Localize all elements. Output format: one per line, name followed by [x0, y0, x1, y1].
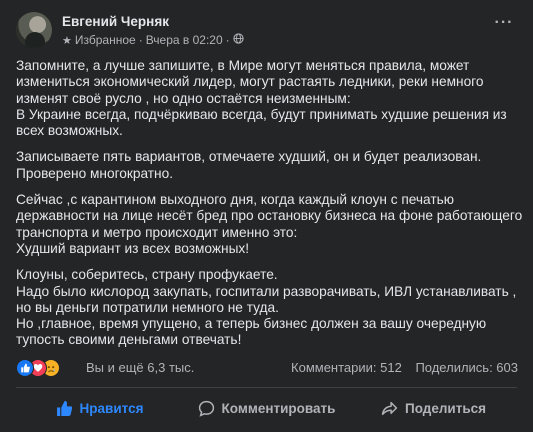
post-text-line: измениться экономический лидер, могут ра… — [16, 74, 484, 90]
reactions-bar: Вы и ещё 6,3 тыс. Комментарии: 512 Подел… — [16, 358, 518, 378]
like-label: Нравится — [79, 400, 144, 416]
reaction-icons[interactable] — [16, 359, 70, 377]
reactions-summary[interactable]: Вы и ещё 6,3 тыс. — [86, 360, 194, 375]
comments-count[interactable]: Комментарии: 512 — [291, 360, 402, 375]
post-time[interactable]: Вчера в 02:20 — [146, 33, 223, 47]
post-paragraph: Запомните, а лучше запишите, в Мире могу… — [16, 58, 516, 139]
post-text-line: Клоуны, соберитесь, страну профукаете. — [16, 267, 278, 283]
audience-label[interactable]: Избранное — [75, 33, 136, 47]
post-meta: ★ Избранное · Вчера в 02:20 · — [62, 33, 244, 47]
post-text-line: всех возможных. — [16, 123, 123, 139]
globe-icon — [233, 33, 244, 47]
post-text-line: Записываете пять вариантов, отмечаете ху… — [16, 149, 482, 165]
post-text-line: Но ,главное, время упущено, а теперь биз… — [16, 316, 487, 332]
post-card: Евгений Черняк ★ Избранное · Вчера в 02:… — [0, 0, 533, 432]
post-text: Запомните, а лучше запишите, в Мире могу… — [16, 58, 523, 359]
engagement-counts: Комментарии: 512 Поделились: 603 — [291, 360, 518, 375]
post-paragraph: Сейчас ,с карантином выходного дня, когд… — [16, 192, 523, 257]
meta-separator: · — [225, 33, 230, 47]
post-text-line: транспорта и метро происходит именно это… — [16, 224, 298, 240]
shares-count[interactable]: Поделились: 603 — [415, 360, 518, 375]
star-icon: ★ — [62, 34, 72, 47]
like-icon — [16, 359, 34, 377]
post-text-line: Надо было кислород закупать, госпитали р… — [16, 283, 517, 299]
divider — [16, 387, 517, 388]
comment-button[interactable]: Комментировать — [183, 392, 350, 424]
share-button[interactable]: Поделиться — [350, 392, 517, 424]
post-text-line: но вы деньги потратили немного не туда. — [16, 299, 279, 315]
post-paragraph: Клоуны, соберитесь, страну профукаете. На… — [16, 267, 516, 348]
like-button[interactable]: Нравится — [16, 392, 183, 424]
avatar[interactable] — [16, 12, 52, 48]
post-text-line: державности на лице несёт бред про остан… — [16, 208, 523, 224]
share-icon — [381, 400, 398, 417]
share-label: Поделиться — [404, 400, 487, 416]
post-actions: Нравится Комментировать Поделиться — [16, 392, 517, 424]
more-options-button[interactable]: ··· — [492, 14, 516, 38]
comment-label: Комментировать — [221, 400, 336, 416]
post-paragraph: Записываете пять вариантов, отмечаете ху… — [16, 149, 516, 182]
post-text-line: Проверено многократно. — [16, 165, 174, 181]
post-header: Евгений Черняк ★ Избранное · Вчера в 02:… — [16, 12, 516, 48]
post-text-line: Худший вариант из всех возможных! — [16, 240, 250, 256]
post-text-line: Запомните, а лучше запишите, в Мире могу… — [16, 58, 470, 73]
post-text-line: тупость своими деньгами отвечать! — [16, 332, 242, 348]
meta-separator: · — [138, 33, 143, 47]
author-name[interactable]: Евгений Черняк — [62, 14, 169, 29]
thumbs-up-icon — [56, 400, 73, 417]
comment-icon — [198, 400, 215, 417]
post-text-line: Сейчас ,с карантином выходного дня, когд… — [16, 192, 455, 208]
post-text-line: В Украине всегда, подчёркиваю всегда, бу… — [16, 106, 507, 122]
post-text-line: изменят своё русло , но одно остаётся не… — [16, 90, 351, 106]
